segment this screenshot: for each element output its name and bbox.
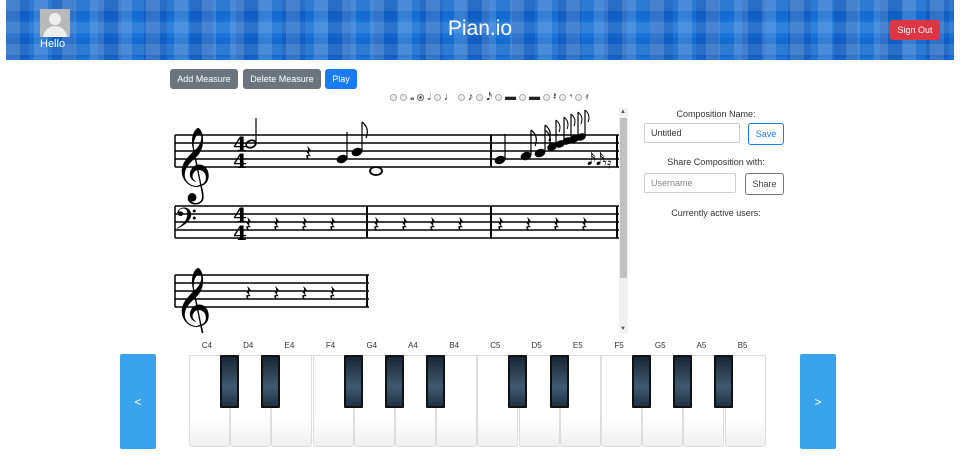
quarter-rest: 𝄽 <box>553 213 560 238</box>
piano-black-key[interactable] <box>343 355 363 408</box>
key-label: C4 <box>201 341 213 350</box>
sheet-music-score[interactable]: 𝄞 𝄢 𝄞 4 4 4 4 𝄽 𝅘𝅥𝅯𝅘𝅥𝅯 𝄾𝄿 𝄽 𝄽 𝄽 𝄽 𝄽 𝄽 𝄽 … <box>167 108 628 333</box>
half-rest-icon: ▬ <box>529 91 541 103</box>
piano-black-key[interactable] <box>261 355 281 408</box>
key-label: E4 <box>284 341 295 350</box>
key-label: G5 <box>654 341 666 350</box>
svg-text:𝄽: 𝄽 <box>305 142 312 167</box>
quarter-rest: 𝄽 <box>581 213 588 238</box>
scroll-down-icon[interactable]: ▼ <box>620 326 626 332</box>
quarter-rest: 𝄽 <box>245 213 252 238</box>
note-radio-9[interactable] <box>559 93 567 101</box>
note-radio-5[interactable] <box>476 93 484 101</box>
eighth-note-icon: ♪ <box>467 91 474 103</box>
piano-black-key[interactable] <box>426 355 445 408</box>
note-radio-0[interactable] <box>390 93 397 101</box>
share-composition-label: Share Composition with: <box>667 157 765 167</box>
key-label: D4 <box>243 341 254 350</box>
octave-next-button[interactable]: > <box>800 354 836 449</box>
sixteenth-rest-icon: 𝄿 <box>585 90 589 103</box>
share-username-input[interactable] <box>644 173 736 193</box>
piano-black-key[interactable] <box>549 355 569 408</box>
sixteenth-note-icon: 𝅘𝅥𝅯 <box>486 90 493 103</box>
bass-clef-icon: 𝄢 <box>174 203 197 244</box>
piano-black-key[interactable] <box>384 355 404 408</box>
quarter-rest: 𝄽 <box>497 213 504 238</box>
treble-clef-icon: 𝄞 <box>174 268 212 333</box>
note-radio-1[interactable] <box>400 93 407 101</box>
quarter-rest: 𝄽 <box>301 213 308 238</box>
quarter-rest: 𝄽 <box>457 213 464 238</box>
play-button[interactable]: Play <box>325 69 357 89</box>
key-label: D5 <box>531 341 542 350</box>
piano-black-key[interactable] <box>673 355 693 408</box>
quarter-rest: 𝄽 <box>273 213 280 238</box>
app-title: Pian.io <box>447 17 513 40</box>
composition-name-input[interactable] <box>644 123 740 143</box>
octave-prev-button[interactable]: < <box>120 354 156 449</box>
quarter-note-icon: ♩ <box>443 91 455 103</box>
key-label: B5 <box>737 341 748 350</box>
note-radio-6[interactable] <box>495 93 503 101</box>
key-label: B4 <box>449 341 460 350</box>
add-measure-button[interactable]: Add Measure <box>170 69 238 89</box>
active-users-label: Currently active users: <box>671 208 761 218</box>
key-label: F4 <box>325 341 336 350</box>
quarter-rest: 𝄽 <box>273 282 280 307</box>
score-scrollbar[interactable]: ▲ ▼ <box>619 108 628 333</box>
note-duration-selector: 𝅝 𝅗𝅥 ♩ ♪ 𝅘𝅥𝅯 ▬ ▬ 𝄽 𝄾 𝄿 <box>390 90 620 104</box>
rest-symbols: 𝄽 𝄽 𝄽 𝄽 𝄽 𝄽 𝄽 𝄽 𝄽 𝄽 𝄽 𝄽 𝄽 𝄽 𝄽 𝄽 <box>245 213 588 307</box>
quarter-rest: 𝄽 <box>301 282 308 307</box>
quarter-rest-icon: 𝄽 <box>553 90 557 103</box>
key-label: A5 <box>696 341 707 350</box>
half-note-icon: 𝅗𝅥 <box>427 90 431 103</box>
note-radio-4[interactable] <box>457 93 465 101</box>
key-label: A4 <box>408 341 418 350</box>
quarter-rest: 𝄽 <box>401 213 408 238</box>
composition-name-label: Composition Name: <box>676 109 756 119</box>
key-label: E5 <box>572 341 583 350</box>
note-radio-2[interactable] <box>417 93 425 101</box>
sign-out-button[interactable]: Sign Out <box>890 20 940 40</box>
quarter-rest: 𝄽 <box>329 213 336 238</box>
note-radio-8[interactable] <box>543 93 551 101</box>
svg-text:𝄾𝄿: 𝄾𝄿 <box>603 154 612 172</box>
piano-black-key[interactable] <box>632 355 651 408</box>
key-label: C5 <box>490 341 501 350</box>
note-radio-3[interactable] <box>433 93 441 101</box>
share-button[interactable]: Share <box>745 173 784 195</box>
delete-measure-button[interactable]: Delete Measure <box>243 69 321 89</box>
piano-black-key[interactable] <box>220 355 239 408</box>
quarter-rest: 𝄽 <box>245 282 252 307</box>
quarter-rest: 𝄽 <box>329 282 336 307</box>
quarter-rest: 𝄽 <box>429 213 436 238</box>
whole-rest-icon: ▬ <box>505 91 517 103</box>
header-banner: Hello Pian.io Sign Out <box>6 0 954 60</box>
key-label: F5 <box>614 341 624 350</box>
note-radio-7[interactable] <box>519 93 527 101</box>
piano-black-key[interactable] <box>714 355 734 408</box>
scrollbar-thumb[interactable] <box>620 118 627 278</box>
piano-black-key[interactable] <box>508 355 528 408</box>
save-button[interactable]: Save <box>748 123 784 145</box>
eighth-rest-icon: 𝄾 <box>569 90 573 103</box>
treble-clef-icon: 𝄞 <box>174 128 212 205</box>
whole-note-icon: 𝅝 <box>410 90 415 103</box>
measure-2-notes: 𝅘𝅥𝅯𝅘𝅥𝅯 𝄾𝄿 <box>494 109 612 172</box>
key-label: G4 <box>366 341 378 350</box>
piano-keyboard <box>189 355 767 447</box>
note-radio-10[interactable] <box>575 93 583 101</box>
quarter-rest: 𝄽 <box>525 213 532 238</box>
quarter-rest: 𝄽 <box>373 213 380 238</box>
time-signature-bottom: 4 <box>233 149 247 173</box>
scroll-up-icon[interactable]: ▲ <box>620 109 626 115</box>
